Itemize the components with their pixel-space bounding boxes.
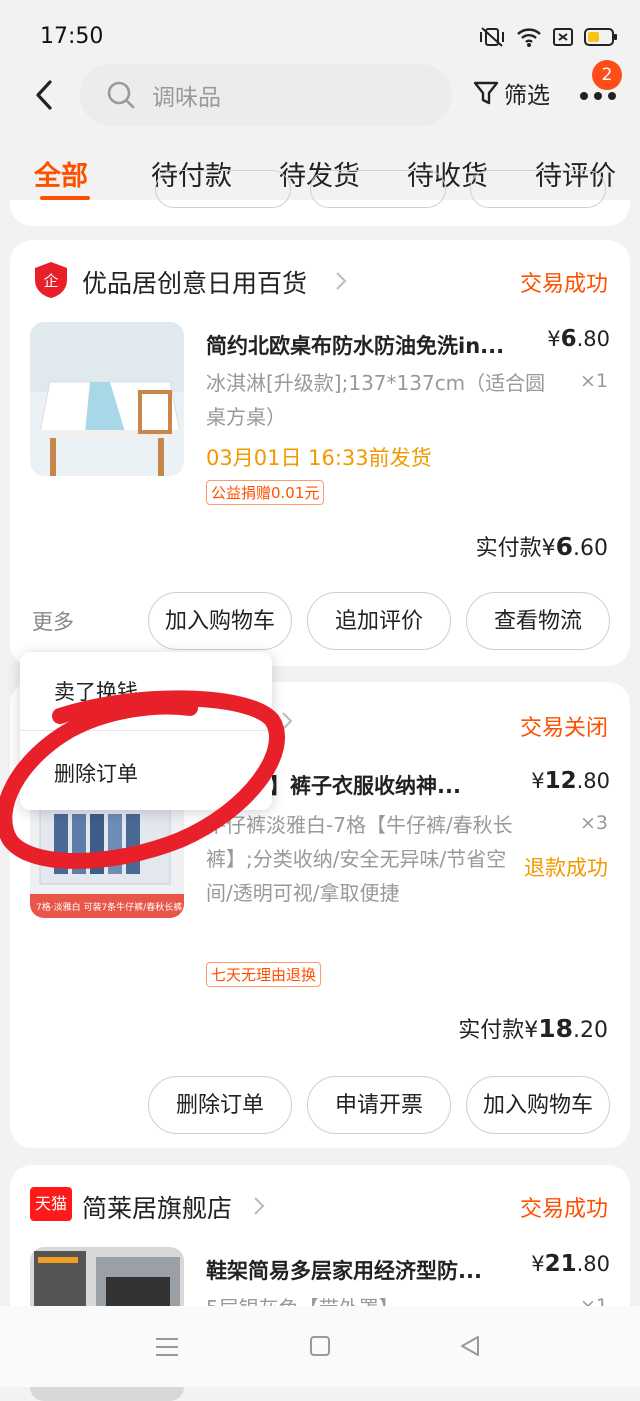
- order-card: 企 优品居创意日用百货 交易成功 简约北欧桌布防水防油免洗in... ¥6.80…: [10, 240, 630, 666]
- menu-icon[interactable]: [154, 1336, 180, 1358]
- back-icon[interactable]: [458, 1334, 482, 1358]
- filter-icon: [473, 81, 499, 105]
- previous-card-edge: [10, 170, 630, 226]
- promo-tag: 公益捐赠0.01元: [206, 480, 325, 505]
- order-status: 交易成功: [519, 272, 608, 297]
- chevron-right-icon: [254, 1197, 265, 1215]
- chevron-right-icon: [336, 272, 347, 290]
- back-arrow-icon[interactable]: [30, 78, 60, 112]
- battery-icon: [584, 28, 617, 46]
- product-title[interactable]: 鞋架简易多层家用经济型防...: [206, 1255, 516, 1285]
- product-price: ¥21.80: [531, 1251, 610, 1277]
- vibrate-icon: [480, 27, 504, 47]
- add-to-cart-button[interactable]: 加入购物车: [466, 1076, 610, 1134]
- ship-note: 03月01日 16:33前发货: [206, 446, 432, 470]
- order-status: 交易关闭: [519, 716, 608, 741]
- add-review-button[interactable]: 追加评价: [307, 592, 451, 650]
- product-quantity: ×3: [579, 812, 608, 834]
- sim-icon: [553, 28, 573, 46]
- product-spec: 冰淇淋[升级款];137*137cm（适合圆桌方桌）: [206, 371, 546, 429]
- wifi-icon: [517, 28, 541, 47]
- notification-badge: 2: [592, 60, 622, 90]
- status-icons: [478, 26, 618, 48]
- home-icon[interactable]: [308, 1334, 332, 1358]
- return-policy-tag: 七天无理由退换: [206, 962, 322, 987]
- product-quantity: ×1: [579, 370, 608, 392]
- order-status: 交易成功: [519, 1197, 608, 1222]
- svg-text:企: 企: [43, 272, 58, 290]
- product-title[interactable]: 简约北欧桌布防水防油免洗in...: [206, 330, 516, 360]
- delete-order-button[interactable]: 删除订单: [148, 1076, 292, 1134]
- tmall-badge: 天猫: [30, 1187, 72, 1221]
- tab-all[interactable]: 全部: [34, 154, 88, 193]
- refund-status: 退款成功: [524, 856, 608, 880]
- paid-amount: 实付款¥18.20: [458, 1014, 608, 1043]
- shop-logo-icon: 企: [35, 262, 67, 298]
- request-invoice-button[interactable]: 申请开票: [307, 1076, 451, 1134]
- search-placeholder: 调味品: [152, 85, 221, 111]
- status-time: 17:50: [40, 24, 104, 49]
- system-nav-bar: [0, 1306, 640, 1387]
- shop-name[interactable]: 优品居创意日用百货: [82, 264, 307, 300]
- product-price: ¥6.80: [547, 326, 610, 352]
- svg-text:7格·淡雅白 可装7条牛仔裤/春秋长裤: 7格·淡雅白 可装7条牛仔裤/春秋长裤: [36, 901, 182, 913]
- paid-amount: 实付款¥6.60: [475, 532, 608, 561]
- product-price: ¥12.80: [531, 768, 610, 794]
- filter-button[interactable]: 筛选: [472, 76, 550, 110]
- search-icon: [107, 81, 135, 109]
- shop-name[interactable]: 简莱居旗舰店: [82, 1189, 232, 1225]
- product-image[interactable]: [30, 322, 184, 476]
- annotation-circle: [0, 690, 285, 869]
- view-logistics-button[interactable]: 查看物流: [466, 592, 610, 650]
- more-button[interactable]: 更多: [32, 606, 74, 636]
- add-to-cart-button[interactable]: 加入购物车: [148, 592, 292, 650]
- filter-label: 筛选: [504, 83, 550, 109]
